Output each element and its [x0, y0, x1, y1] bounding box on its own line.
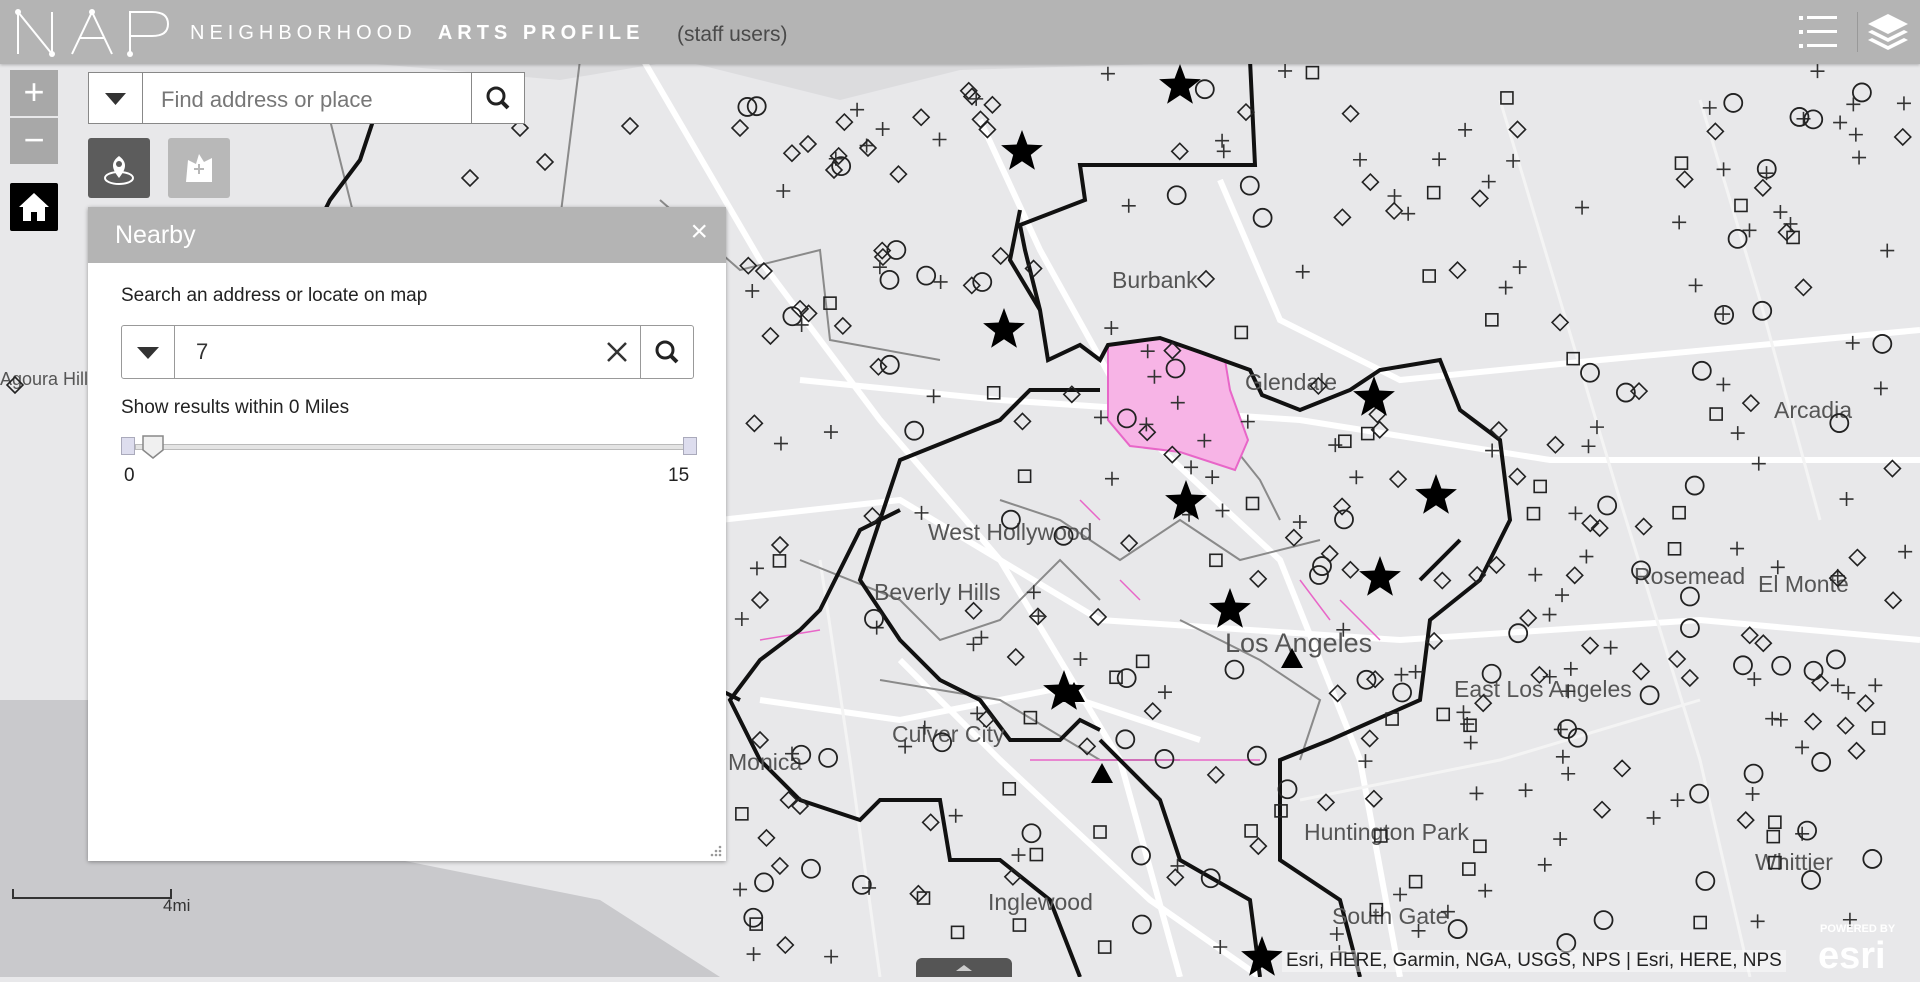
nap-logo — [15, 9, 170, 57]
zoom-out-button[interactable]: − — [10, 118, 58, 164]
nearby-panel-header: Nearby × — [88, 207, 726, 263]
search-icon[interactable] — [640, 326, 693, 378]
scale-label: 4mi — [163, 896, 191, 915]
list-icon[interactable] — [1797, 12, 1841, 52]
map-label-burbank: Burbank — [1112, 267, 1198, 293]
search-input[interactable]: Find address or place — [161, 87, 373, 113]
draw-area-icon[interactable] — [168, 138, 230, 198]
app-title: NEIGHBORHOOD ARTS PROFILE — [190, 22, 645, 44]
map-label-whittier: Whittier — [1755, 849, 1833, 875]
scale-bar — [12, 885, 172, 907]
radius-slider[interactable] — [121, 432, 697, 462]
esri-text: esri — [1818, 935, 1886, 974]
slider-min-label: 0 — [124, 465, 135, 486]
layers-icon[interactable] — [1857, 12, 1910, 52]
panel-title: Nearby — [115, 221, 196, 249]
locate-icon[interactable] — [88, 138, 150, 198]
close-icon[interactable]: × — [690, 217, 708, 247]
home-icon[interactable] — [10, 183, 58, 231]
map-label-south-gate: South Gate — [1332, 903, 1448, 929]
map-label-rosemead: Rosemead — [1634, 563, 1745, 589]
search-source-dropdown[interactable] — [89, 73, 143, 123]
nearby-panel: Nearby × Search an address or locate on … — [88, 207, 726, 861]
map-attribution: Esri, HERE, Garmin, NGA, USGS, NPS | Esr… — [1282, 950, 1786, 972]
esri-logo: POWERED BY esri — [1818, 923, 1896, 974]
map-label-los-angeles: Los Angeles — [1225, 628, 1372, 658]
slider-decrement[interactable] — [121, 437, 135, 455]
nearby-source-dropdown[interactable] — [122, 326, 175, 378]
address-search[interactable]: Find address or place — [88, 72, 525, 124]
slider-thumb[interactable] — [141, 434, 165, 460]
esri-powered-text: POWERED BY — [1820, 923, 1896, 935]
map-label-arcadia: Arcadia — [1774, 397, 1852, 423]
nearby-instruction: Search an address or locate on map — [121, 285, 428, 306]
resize-handle[interactable] — [708, 843, 722, 857]
radius-label: Show results within 0 Miles — [121, 397, 350, 418]
zoom-in-button[interactable]: + — [10, 70, 58, 116]
map-label-beverly-hills: Beverly Hills — [874, 579, 1001, 605]
nearby-search-field[interactable]: 7 — [121, 325, 694, 379]
slider-max-label: 15 — [668, 465, 690, 486]
slider-track[interactable] — [135, 444, 685, 450]
clear-icon[interactable] — [602, 337, 632, 367]
slider-increment[interactable] — [683, 437, 697, 455]
expand-panel-tab[interactable] — [916, 958, 1012, 977]
search-icon[interactable] — [471, 73, 524, 123]
map-label-inglewood: Inglewood — [988, 889, 1093, 915]
app-subtitle: (staff users) — [677, 23, 788, 46]
map-label-agoura: Agoura Hills — [0, 369, 97, 389]
nearby-search-input[interactable]: 7 — [196, 339, 208, 365]
app-header: NEIGHBORHOOD ARTS PROFILE (staff users) — [0, 0, 1920, 64]
map-label-west-hollywood: West Hollywood — [928, 519, 1092, 545]
